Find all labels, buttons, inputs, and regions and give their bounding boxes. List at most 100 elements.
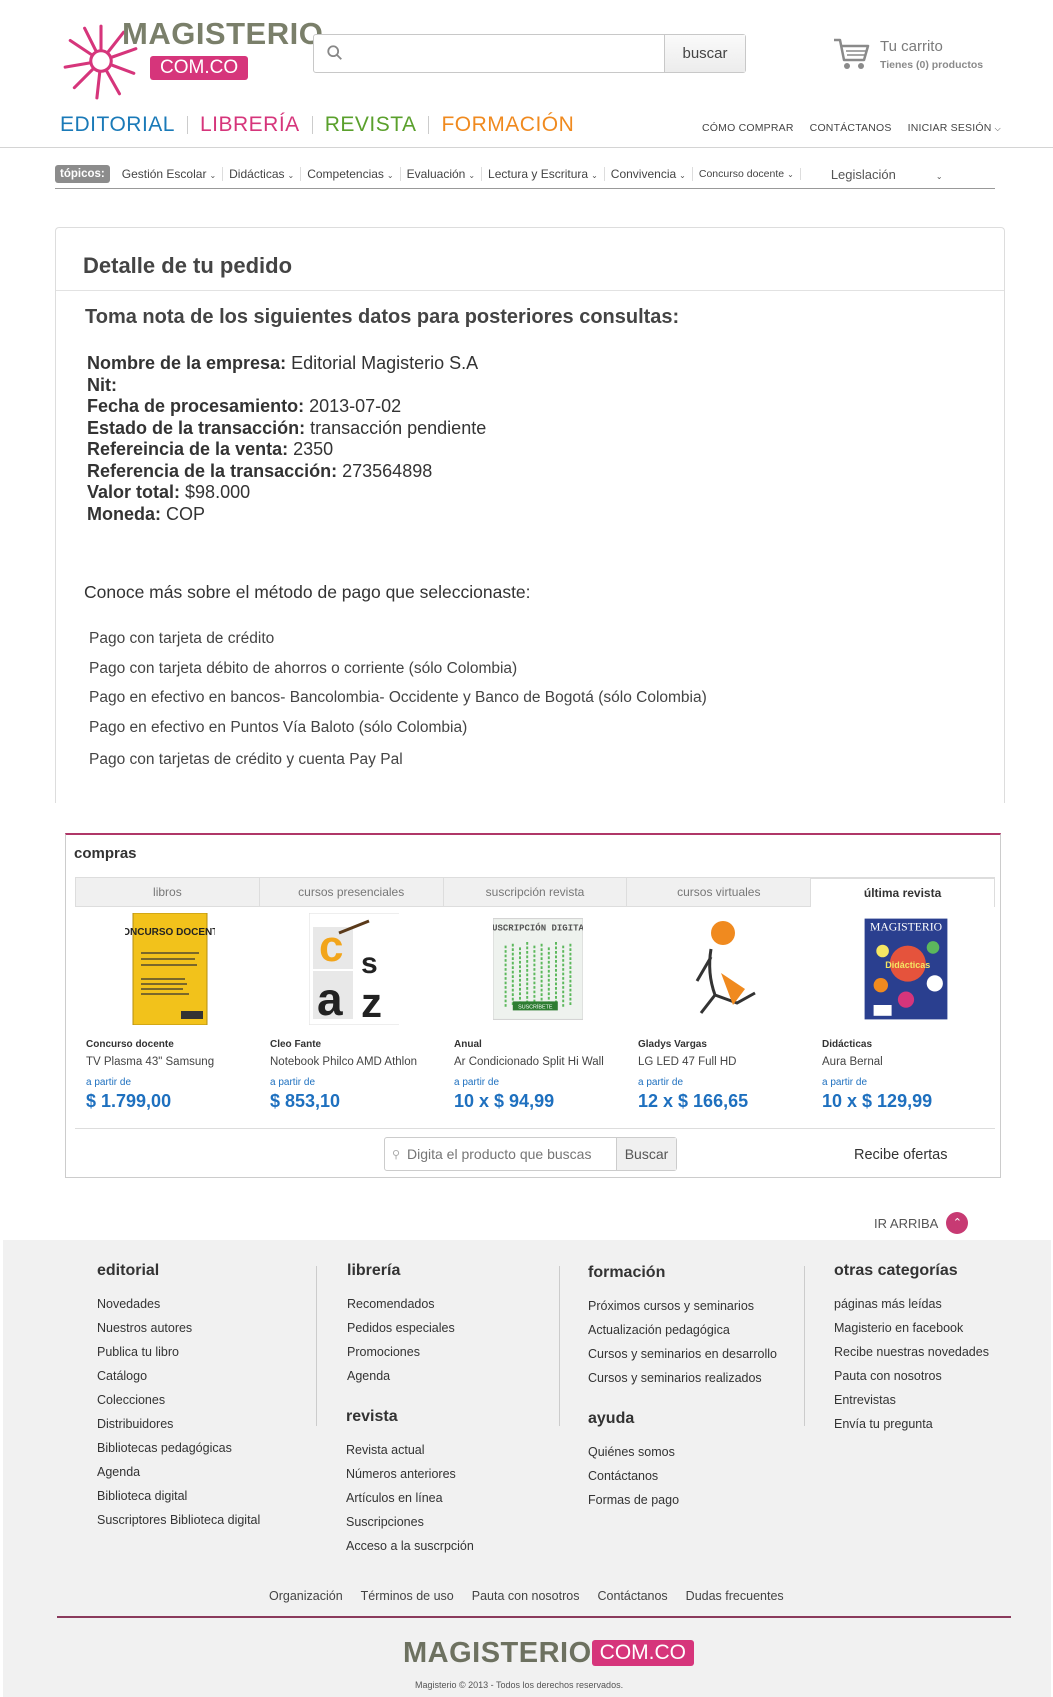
footer-link[interactable]: Suscriptores Biblioteca digital xyxy=(97,1508,260,1532)
product-name[interactable]: TV Plasma 43" Samsung xyxy=(86,1056,214,1068)
product-name[interactable]: Ar Condicionado Split Hi Wall xyxy=(454,1056,604,1068)
tab-cursos-presenciales[interactable]: cursos presenciales xyxy=(258,877,443,907)
footer-link[interactable]: Formas de pago xyxy=(588,1488,679,1512)
footer-link[interactable]: Actualización pedagógica xyxy=(588,1318,777,1342)
footer-link[interactable]: Revista actual xyxy=(346,1438,474,1462)
receive-offers-link[interactable]: Recibe ofertas xyxy=(854,1147,948,1163)
footer-link[interactable]: Suscripciones xyxy=(346,1510,474,1534)
footer-link[interactable]: Próximos cursos y seminarios xyxy=(588,1294,777,1318)
chevron-down-icon: ⌄ xyxy=(935,171,943,181)
footer-link[interactable]: Cursos y seminarios en desarrollo xyxy=(588,1342,777,1366)
book-title-art: CONCURSO DOCENTE xyxy=(125,927,215,938)
footer-link[interactable]: Artículos en línea xyxy=(346,1486,474,1510)
svg-text:SUSCRÍBETE: SUSCRÍBETE xyxy=(518,1004,553,1011)
nav-libreria[interactable]: LIBRERÍA xyxy=(200,113,300,137)
footer-bottom-link[interactable]: Contáctanos xyxy=(597,1589,667,1603)
topic-gestion-escolar[interactable]: Gestión Escolar ⌄ xyxy=(116,167,224,181)
footer-bottom-link[interactable]: Pauta con nosotros xyxy=(472,1589,580,1603)
footer-link[interactable]: Magisterio en facebook xyxy=(834,1316,989,1340)
topic-competencias[interactable]: Competencias ⌄ xyxy=(301,167,401,181)
footer-bottom-link[interactable]: Organización xyxy=(269,1589,343,1603)
footer-logo-word: MAGISTERIO xyxy=(403,1637,592,1669)
cart-link[interactable]: Tu carrito Tienes (0) productos xyxy=(832,36,1002,76)
footer-link[interactable]: Bibliotecas pedagógicas xyxy=(97,1436,260,1460)
tab-ultima-revista[interactable]: última revista xyxy=(810,877,995,907)
field-date: Fecha de procesamiento: 2013-07-02 xyxy=(87,396,486,418)
search-input[interactable] xyxy=(350,41,640,67)
footer-link[interactable]: Distribuidores xyxy=(97,1412,260,1436)
footer-link[interactable]: Novedades xyxy=(97,1292,260,1316)
field-value: 2350 xyxy=(293,439,334,459)
field-value: 2013-07-02 xyxy=(309,396,402,416)
footer-heading: revista xyxy=(346,1408,398,1425)
footer-link[interactable]: Agenda xyxy=(347,1364,455,1388)
footer-link[interactable]: Pauta con nosotros xyxy=(834,1364,989,1388)
footer-link[interactable]: Nuestros autores xyxy=(97,1316,260,1340)
footer-link[interactable]: Publica tu libro xyxy=(97,1340,260,1364)
compras-search-input[interactable] xyxy=(407,1143,617,1165)
topic-concurso-docente[interactable]: Concurso docente ⌄ xyxy=(693,168,801,180)
footer-link[interactable]: Cursos y seminarios realizados xyxy=(588,1366,777,1390)
footer-link[interactable]: páginas más leídas xyxy=(834,1292,989,1316)
nav-editorial[interactable]: EDITORIAL xyxy=(60,113,175,137)
footer-link[interactable]: Acceso a la suscrpción xyxy=(346,1534,474,1558)
tab-suscripcion-revista[interactable]: suscripción revista xyxy=(442,877,627,907)
product-name[interactable]: Notebook Philco AMD Athlon xyxy=(270,1056,417,1068)
field-label: Estado de la transacción: xyxy=(87,417,306,438)
nav-revista[interactable]: REVISTA xyxy=(325,113,417,137)
tab-libros[interactable]: libros xyxy=(75,877,259,907)
field-label: Fecha de procesamiento: xyxy=(87,396,305,416)
footer-link[interactable]: Promociones xyxy=(347,1340,455,1364)
footer-link[interactable]: Recomendados xyxy=(347,1292,455,1316)
product-card[interactable]: Gladys Vargas LG LED 47 Full HD a partir… xyxy=(627,911,811,1126)
footer-link[interactable]: Colecciones xyxy=(97,1388,260,1412)
footer-logo[interactable]: MAGISTERIO COM.CO xyxy=(403,1637,694,1670)
product-card[interactable]: c a s z Cleo Fante Notebook Philco AMD A… xyxy=(259,911,443,1126)
footer-link[interactable]: Envía tu pregunta xyxy=(834,1412,989,1436)
search-button[interactable]: buscar xyxy=(664,35,745,72)
cart-count: Tienes (0) productos xyxy=(880,59,984,71)
field-total: Valor total: $98.000 xyxy=(87,482,486,504)
product-name[interactable]: Aura Bernal xyxy=(822,1056,883,1068)
footer-link[interactable]: Quiénes somos xyxy=(588,1440,679,1464)
topic-evaluacion[interactable]: Evaluación ⌄ xyxy=(401,167,483,181)
product-card[interactable]: SUSCRIPCIÓN DIGITAL SUSCRÍBETE Anual Ar … xyxy=(443,911,627,1126)
order-note: Toma nota de los siguientes datos para p… xyxy=(85,306,680,328)
product-card[interactable]: MAGISTERIO Didácticas Didácticas Aura Be… xyxy=(811,911,995,1126)
concurso-docente-book-icon: CONCURSO DOCENTE xyxy=(125,913,215,1025)
go-top-link[interactable]: IR ARRIBA ⌃ xyxy=(874,1212,969,1234)
footer-link[interactable]: Catálogo xyxy=(97,1364,260,1388)
product-name[interactable]: LG LED 47 Full HD xyxy=(638,1056,736,1068)
footer-link[interactable]: Recibe nuestras novedades xyxy=(834,1340,989,1364)
cart-icon xyxy=(834,38,870,69)
how-to-buy-link[interactable]: CÓMO COMPRAR xyxy=(702,122,794,134)
topics-label: tópicos: xyxy=(55,165,110,183)
payment-title: Conoce más sobre el método de pago que s… xyxy=(84,582,531,602)
product-card[interactable]: CONCURSO DOCENTE Concurso docente TV Pla… xyxy=(75,911,259,1126)
footer-link[interactable]: Entrevistas xyxy=(834,1388,989,1412)
contact-link[interactable]: CONTÁCTANOS xyxy=(810,122,892,134)
footer-link[interactable]: Biblioteca digital xyxy=(97,1484,260,1508)
topic-didacticas[interactable]: Didácticas ⌄ xyxy=(223,167,302,181)
payment-method-link[interactable]: Pago con tarjeta débito de ahorros o cor… xyxy=(89,660,517,678)
footer-link[interactable]: Pedidos especiales xyxy=(347,1316,455,1340)
footer-bottom-link[interactable]: Términos de uso xyxy=(361,1589,454,1603)
chevron-down-icon: ⌄ xyxy=(591,171,598,180)
footer-bottom-link[interactable]: Dudas frecuentes xyxy=(686,1589,784,1603)
payment-method-link[interactable]: Pago en efectivo en Puntos Vía Baloto (s… xyxy=(89,719,467,737)
topic-lectura-escritura[interactable]: Lectura y Escritura ⌄ xyxy=(482,167,605,181)
footer-link[interactable]: Contáctanos xyxy=(588,1464,679,1488)
login-link[interactable]: INICIAR SESIÓN ⌵ xyxy=(908,122,1001,134)
payment-method-link[interactable]: Pago con tarjetas de crédito y cuenta Pa… xyxy=(89,751,403,769)
payment-method-link[interactable]: Pago con tarjeta de crédito xyxy=(89,630,274,648)
footer-link[interactable]: Números anteriores xyxy=(346,1462,474,1486)
site-logo[interactable]: MAGISTERIO COM.CO xyxy=(60,14,323,100)
tab-cursos-virtuales[interactable]: cursos virtuales xyxy=(626,877,811,907)
footer-link[interactable]: Agenda xyxy=(97,1460,260,1484)
topic-convivencia[interactable]: Convivencia ⌄ xyxy=(605,167,693,181)
nav-formacion[interactable]: FORMACIÓN xyxy=(441,113,574,137)
compras-search-button[interactable]: Buscar xyxy=(616,1138,676,1170)
payment-method-link[interactable]: Pago en efectivo en bancos- Bancolombia-… xyxy=(89,689,707,707)
header-divider xyxy=(0,147,1053,148)
topic-legislacion[interactable]: Legislación ⌄ xyxy=(801,167,949,182)
